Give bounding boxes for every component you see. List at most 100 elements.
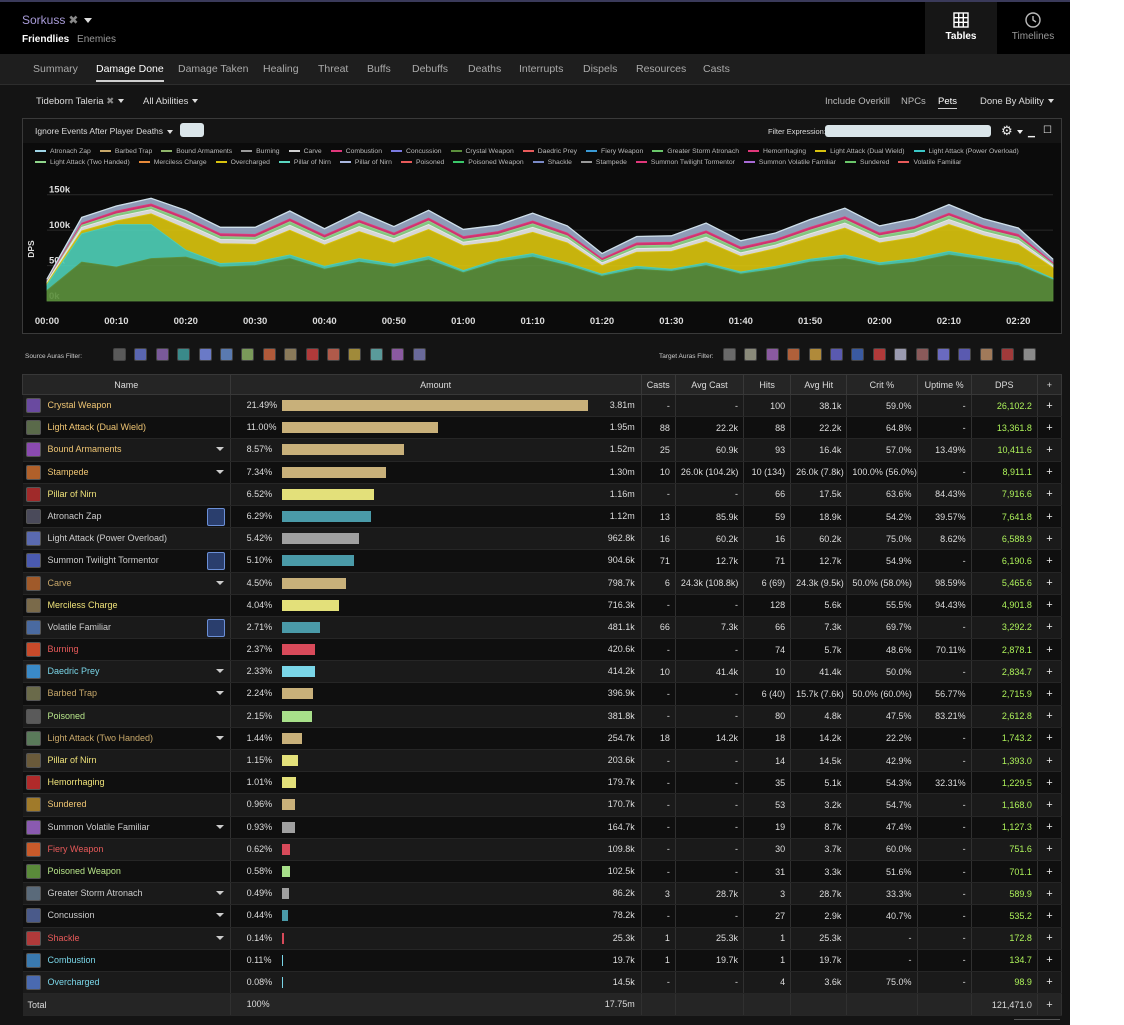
legend-item[interactable]: Summon Volatile Familiar <box>743 157 836 168</box>
table-row[interactable]: Atronach Zap 6.29% 1.12m 13 85.9k 59 18.9k 54.2… <box>22 505 1063 529</box>
table-row[interactable]: Daedric Prey 2.33% 414.2k 10 41.4k 10 41.4k 50.… <box>22 660 1063 684</box>
add-row-button[interactable]: + <box>1037 594 1063 617</box>
source-aura-icon[interactable] <box>241 348 255 361</box>
ignore-events-dropdown[interactable]: Ignore Events After Player Deaths <box>35 126 174 136</box>
col-avg-cast[interactable]: Avg Cast <box>674 374 745 395</box>
tab-casts[interactable]: Casts <box>703 63 730 75</box>
tab-interrupts[interactable]: Interrupts <box>519 63 563 75</box>
col-crit[interactable]: Crit % <box>846 374 918 395</box>
remove-icon[interactable]: ✖ <box>68 13 78 27</box>
ability-name[interactable]: Pillar of Nirn <box>48 489 97 499</box>
target-aura-icon[interactable] <box>979 348 993 361</box>
table-row[interactable]: Hemorrhaging 1.01% 179.7k - -35 5.1k 54.3% 32.3… <box>22 771 1063 795</box>
target-aura-icon[interactable] <box>1001 348 1015 361</box>
col-avg-hit[interactable]: Avg Hit <box>790 374 848 395</box>
legend-item[interactable]: Daedric Prey <box>522 146 577 157</box>
add-row-button[interactable]: + <box>1037 505 1063 529</box>
legend-item[interactable]: Sundered <box>844 157 889 168</box>
include-overkill-toggle[interactable]: Include Overkill <box>825 96 890 107</box>
expand-toggle-icon[interactable] <box>215 824 224 829</box>
source-aura-icon[interactable] <box>327 348 340 361</box>
legend-item[interactable]: Poisoned Weapon <box>453 157 524 168</box>
table-row[interactable]: Light Attack (Power Overload) 5.42% 962.8k… <box>22 527 1063 551</box>
table-row[interactable]: Stampede 7.34% 1.30m 10 26.0k (104.2k) 10 (13… <box>22 461 1063 484</box>
ability-name[interactable]: Poisoned <box>48 711 86 721</box>
legend-item[interactable]: Fiery Weapon <box>586 146 643 157</box>
add-row-button[interactable]: + <box>1037 572 1063 595</box>
done-by-dropdown[interactable]: Done By Ability <box>980 96 1054 107</box>
chevron-down-icon[interactable] <box>118 99 125 104</box>
target-aura-icon[interactable] <box>937 348 950 361</box>
table-row[interactable]: Light Attack (Dual Wield) 11.00% 1.95m 88 22… <box>22 416 1063 440</box>
ability-name[interactable]: Concussion <box>48 910 95 920</box>
source-aura-icon[interactable] <box>198 348 212 361</box>
target-aura-icon[interactable] <box>765 348 779 361</box>
source-aura-icon[interactable] <box>220 348 233 361</box>
legend-item[interactable]: Light Attack (Power Overload) <box>913 146 1019 157</box>
tab-deaths[interactable]: Deaths <box>468 63 501 75</box>
remove-target-icon[interactable]: ✖ <box>106 96 114 107</box>
target-aura-icon[interactable] <box>830 348 843 361</box>
expand-toggle-icon[interactable] <box>215 735 224 740</box>
add-row-button[interactable]: + <box>1037 949 1063 972</box>
tab-damage-taken[interactable]: Damage Taken <box>178 63 248 75</box>
gear-icon[interactable]: ⚙ <box>1001 123 1023 139</box>
table-row[interactable]: Fiery Weapon 0.62% 109.8k - -30 3.7k 60.0% -751… <box>22 838 1063 861</box>
ability-name[interactable]: Burning <box>48 644 79 654</box>
legend-item[interactable]: Burning <box>241 146 280 157</box>
table-row[interactable]: Pillar of Nirn 1.15% 203.6k - -14 14.5k 42.9% -… <box>22 749 1063 773</box>
expand-toggle-icon[interactable] <box>215 935 224 940</box>
add-row-button[interactable]: + <box>1037 416 1063 440</box>
legend-item[interactable]: Pillar of Nirn <box>278 157 331 168</box>
tab-debuffs[interactable]: Debuffs <box>412 63 448 75</box>
source-aura-icon[interactable] <box>412 348 426 361</box>
add-row-button[interactable]: + <box>1037 660 1063 684</box>
scrollbar-stub[interactable] <box>1014 1019 1060 1025</box>
legend-item[interactable]: Light Attack (Dual Wield) <box>815 146 905 157</box>
ability-name[interactable]: Summon Twilight Tormentor <box>48 555 159 565</box>
table-row[interactable]: Pillar of Nirn 6.52% 1.16m - -66 17.5k 63.6% 84… <box>22 483 1063 506</box>
ability-name[interactable]: Poisoned Weapon <box>48 866 121 876</box>
source-aura-icon[interactable] <box>305 348 319 361</box>
ability-name[interactable]: Fiery Weapon <box>48 844 104 854</box>
source-aura-icon[interactable] <box>155 348 169 361</box>
ability-name[interactable]: Shackle <box>48 933 80 943</box>
ability-name[interactable]: Atronach Zap <box>48 511 102 521</box>
ability-name[interactable]: Light Attack (Power Overload) <box>48 533 168 543</box>
legend-item[interactable]: Hemorrhaging <box>748 146 806 157</box>
filter-expression-input[interactable] <box>825 125 991 137</box>
col-casts[interactable]: Casts <box>640 374 676 395</box>
expand-toggle-icon[interactable] <box>215 669 224 674</box>
source-aura-icon[interactable] <box>134 348 148 361</box>
table-row[interactable]: Burning 2.37% 420.6k - -74 5.7k 48.6% 70.11% 2,8… <box>22 638 1063 662</box>
target-aura-icon[interactable] <box>1022 348 1036 361</box>
ability-filter[interactable]: All Abilities <box>143 96 199 107</box>
table-row[interactable]: Poisoned 2.15% 381.8k - -80 4.8k 47.5% 83.21% 2,… <box>22 705 1063 728</box>
add-row-button[interactable]: + <box>1037 816 1063 839</box>
ability-name[interactable]: Combustion <box>48 955 96 965</box>
target-aura-icon[interactable] <box>894 348 908 361</box>
ability-name[interactable]: Volatile Familiar <box>48 622 112 632</box>
ability-name[interactable]: Barbed Trap <box>48 688 98 698</box>
npcs-toggle[interactable]: NPCs <box>901 96 926 107</box>
source-aura-icon[interactable] <box>369 348 383 361</box>
legend-item[interactable]: Atronach Zap <box>35 146 91 157</box>
col-dps[interactable]: DPS <box>970 374 1038 395</box>
expand-toggle-icon[interactable] <box>215 691 224 696</box>
target-aura-icon[interactable] <box>787 348 801 361</box>
legend-item[interactable]: Carve <box>288 146 322 157</box>
ability-name[interactable]: Daedric Prey <box>48 666 100 676</box>
add-row-button[interactable]: + <box>1037 993 1063 1017</box>
player-selector[interactable]: Sorkuss ✖ <box>22 13 93 27</box>
ability-name[interactable]: Greater Storm Atronach <box>48 888 143 898</box>
source-aura-icon[interactable] <box>113 348 126 361</box>
table-row[interactable]: Poisoned Weapon 0.58% 102.5k - -31 3.3k 51.6% -… <box>22 860 1063 884</box>
tab-summary[interactable]: Summary <box>33 63 78 75</box>
legend-item[interactable]: Overcharged <box>215 157 270 168</box>
expand-toggle-icon[interactable] <box>215 580 224 585</box>
add-column-button[interactable]: + <box>1036 374 1063 395</box>
ability-name[interactable]: Pillar of Nirn <box>48 755 97 765</box>
add-row-button[interactable]: + <box>1037 727 1063 751</box>
enemies-toggle[interactable]: Enemies <box>77 34 116 45</box>
table-row[interactable]: Overcharged 0.08% 14.5k - -4 3.6k 75.0% -98.9 + <box>22 971 1063 995</box>
